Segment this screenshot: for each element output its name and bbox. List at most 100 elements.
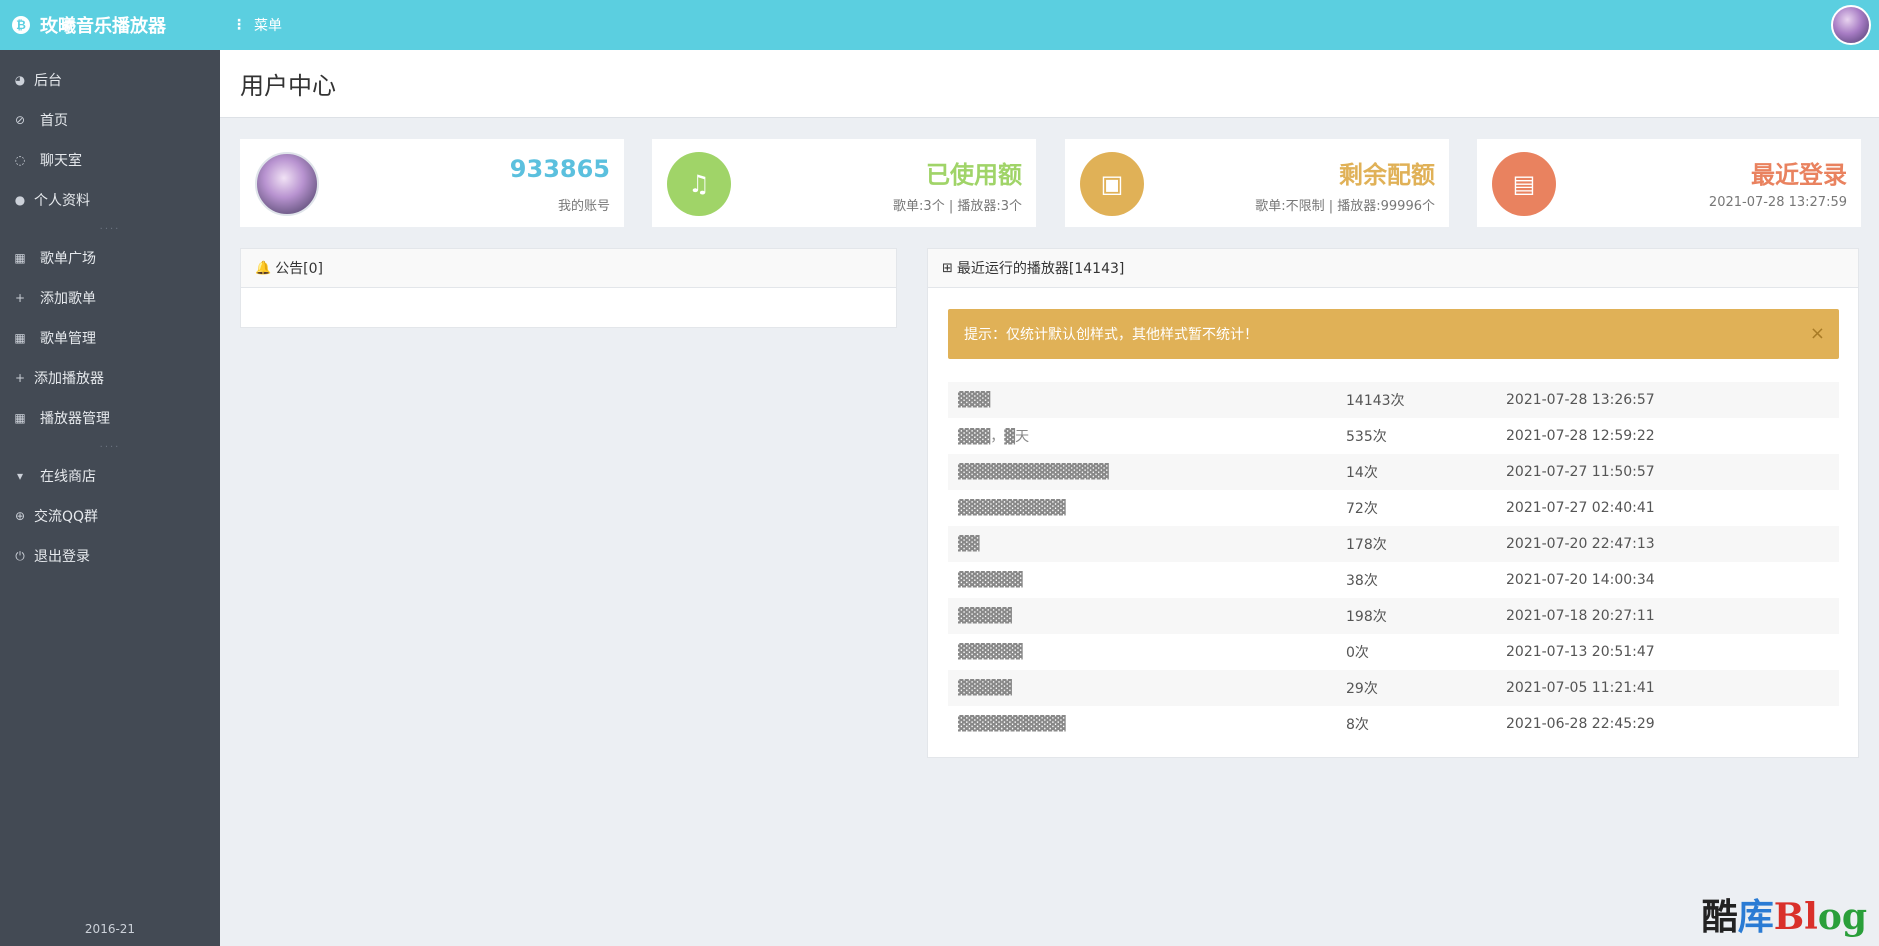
sidebar-item-playlist-manage[interactable]: ▦ 歌单管理	[0, 318, 220, 358]
card-subtitle: 歌单:3个 | 播放器:3个	[893, 199, 1022, 214]
sidebar-item-label: 个人资料	[34, 193, 90, 209]
sidebar-item-label: 添加播放器	[34, 371, 104, 387]
run-count: 0次	[1346, 645, 1369, 661]
run-time: 2021-07-13 20:51:47	[1506, 644, 1655, 660]
sidebar-item-label: 退出登录	[34, 549, 90, 565]
table-row: ▓▓▓▓▓▓▓▓▓▓▓▓▓▓ 14次 2021-07-27 11:50:57	[948, 454, 1839, 490]
table-row: ▓▓▓▓▓ 29次 2021-07-05 11:21:41	[948, 670, 1839, 706]
recent-players-panel: ⊞ 最近运行的播放器[14143] 提示：仅统计默认创样式，其他样式暂不统计！ …	[927, 248, 1859, 758]
nav-separator: ····	[99, 441, 121, 453]
wallet-glyph: ▤	[1512, 170, 1536, 198]
stat-card-account: 933865 我的账号	[240, 139, 624, 227]
sidebar-item-label: 后台	[34, 73, 62, 89]
tip-alert: 提示：仅统计默认创样式，其他样式暂不统计！ ×	[948, 309, 1839, 359]
card-title: 最近登录	[1751, 161, 1847, 189]
sidebar-footer: 2016-21	[84, 922, 136, 936]
card-subtitle: 我的账号	[557, 199, 610, 214]
stat-card-last-login: ▤ 最近登录 2021-07-28 13:27:59	[1477, 139, 1861, 227]
run-count: 178次	[1336, 526, 1496, 562]
user-avatar[interactable]	[1831, 5, 1871, 45]
player-name: ▓▓▓▓▓	[948, 670, 1336, 706]
run-time: 2021-07-20 22:47:13	[1496, 526, 1839, 562]
sidebar-item-label: 交流QQ群	[34, 509, 99, 525]
notice-panel: 🔔 公告[0]	[240, 248, 897, 328]
sidebar-item-profile[interactable]: ● 个人资料	[0, 180, 220, 220]
grid-icon: ▦	[14, 251, 26, 265]
sidebar-item-label: 播放器管理	[40, 411, 110, 427]
run-count: 72次	[1346, 501, 1378, 517]
table-row: ▓▓ 178次 2021-07-20 22:47:13	[948, 526, 1839, 562]
sidebar-item-add-playlist[interactable]: + 添加歌单	[0, 278, 220, 318]
player-name: ▓▓▓▓▓▓▓▓▓▓	[958, 500, 1066, 516]
plus-icon: +	[14, 371, 26, 385]
sidebar-item-playlist-square[interactable]: ▦ 歌单广场	[0, 238, 220, 278]
table-row: ▓▓▓▓▓▓ 0次 2021-07-13 20:51:47	[948, 634, 1839, 670]
globe-icon: ⊕	[14, 509, 26, 523]
card-title: 剩余配额	[1339, 161, 1435, 189]
run-time: 2021-07-05 11:21:41	[1496, 670, 1839, 706]
alert-text: 提示：仅统计默认创样式，其他样式暂不统计！	[964, 327, 1258, 343]
brand[interactable]: ₿ 玫曦音乐播放器	[0, 0, 220, 50]
run-time: 2021-07-27 11:50:57	[1496, 454, 1839, 490]
close-icon[interactable]: ×	[1810, 323, 1825, 344]
player-name: ▓▓	[948, 526, 1336, 562]
table-row: ▓▓▓▓▓▓▓▓▓▓ 72次 2021-07-27 02:40:41	[948, 490, 1839, 526]
run-count: 198次	[1336, 598, 1496, 634]
compass-icon: ⊘	[14, 113, 26, 127]
grid-icon: ▦	[14, 411, 26, 425]
briefcase-glyph: ▣	[1100, 170, 1124, 198]
menu-toggle-button[interactable]: ⋮ 菜单	[232, 15, 282, 35]
top-bar: ₿ 玫曦音乐播放器 ⋮ 菜单	[0, 0, 1879, 50]
menu-label: 菜单	[254, 18, 282, 34]
player-name: ▓▓▓▓▓▓▓▓▓▓	[958, 716, 1066, 732]
sidebar-item-label: 在线商店	[40, 469, 96, 485]
nav-separator: ····	[99, 223, 121, 235]
watermark-part: 酷	[1701, 896, 1738, 938]
sidebar-item-label: 首页	[40, 113, 68, 129]
music-glyph: ♫	[688, 170, 710, 198]
table-row: ▓▓▓，▓天 535次 2021-07-28 12:59:22	[948, 418, 1839, 454]
bitcoin-logo-icon: ₿	[12, 16, 30, 34]
page-title: 用户中心	[240, 72, 336, 100]
wallet-icon: ▤	[1492, 152, 1556, 216]
app-title: 玫曦音乐播放器	[40, 16, 166, 37]
sidebar-item-chatroom[interactable]: ◌ 聊天室	[0, 140, 220, 180]
sidebar-item-shop[interactable]: ▾ 在线商店	[0, 456, 220, 496]
card-title: 已使用额	[926, 161, 1022, 189]
run-count: 535次	[1346, 429, 1387, 445]
sidebar-item-home[interactable]: ⊘ 首页	[0, 100, 220, 140]
run-count: 8次	[1346, 717, 1369, 733]
sidebar-item-label: 歌单管理	[40, 331, 96, 347]
player-name: ▓▓▓▓▓	[948, 598, 1336, 634]
music-icon: ♫	[667, 152, 731, 216]
recent-players-title: 最近运行的播放器[14143]	[956, 261, 1125, 277]
notice-panel-header: 🔔 公告[0]	[241, 249, 896, 288]
watermark-part: og	[1817, 896, 1867, 938]
plus-icon: +	[14, 291, 26, 305]
sidebar-item-player-manage[interactable]: ▦ 播放器管理	[0, 398, 220, 438]
run-count: 14次	[1336, 454, 1496, 490]
player-name: ▓▓▓，▓天	[958, 429, 1030, 445]
chat-icon: ◌	[14, 153, 26, 167]
vertical-dots-icon: ⋮	[232, 17, 246, 33]
sidebar-item-label: 添加歌单	[40, 291, 96, 307]
pie-chart-icon: ◕	[14, 73, 26, 87]
run-time: 2021-07-18 20:27:11	[1496, 598, 1839, 634]
table-row: ▓▓▓▓▓▓ 38次 2021-07-20 14:00:34	[948, 562, 1839, 598]
recent-players-header: ⊞ 最近运行的播放器[14143]	[928, 249, 1858, 288]
sidebar-item-dashboard[interactable]: ◕ 后台	[0, 60, 220, 100]
notice-title: 公告[0]	[275, 261, 324, 277]
stat-card-used: ♫ 已使用额 歌单:3个 | 播放器:3个	[652, 139, 1036, 227]
sidebar-item-qq-group[interactable]: ⊕ 交流QQ群	[0, 496, 220, 536]
watermark-logo: 酷库Blog	[1702, 888, 1867, 940]
player-name: ▓▓▓▓▓▓	[958, 644, 1023, 660]
sidebar-item-label: 聊天室	[40, 153, 82, 169]
sidebar-item-logout[interactable]: ⏻ 退出登录	[0, 536, 220, 576]
briefcase-icon: ▣	[1080, 152, 1144, 216]
run-count: 38次	[1346, 573, 1378, 589]
player-name: ▓▓▓▓▓▓	[958, 572, 1023, 588]
sidebar-item-add-player[interactable]: + 添加播放器	[0, 358, 220, 398]
table-row: ▓▓▓▓▓▓▓▓▓▓ 8次 2021-06-28 22:45:29	[948, 706, 1839, 742]
run-time: 2021-07-20 14:00:34	[1506, 572, 1655, 588]
profile-avatar	[255, 152, 319, 216]
